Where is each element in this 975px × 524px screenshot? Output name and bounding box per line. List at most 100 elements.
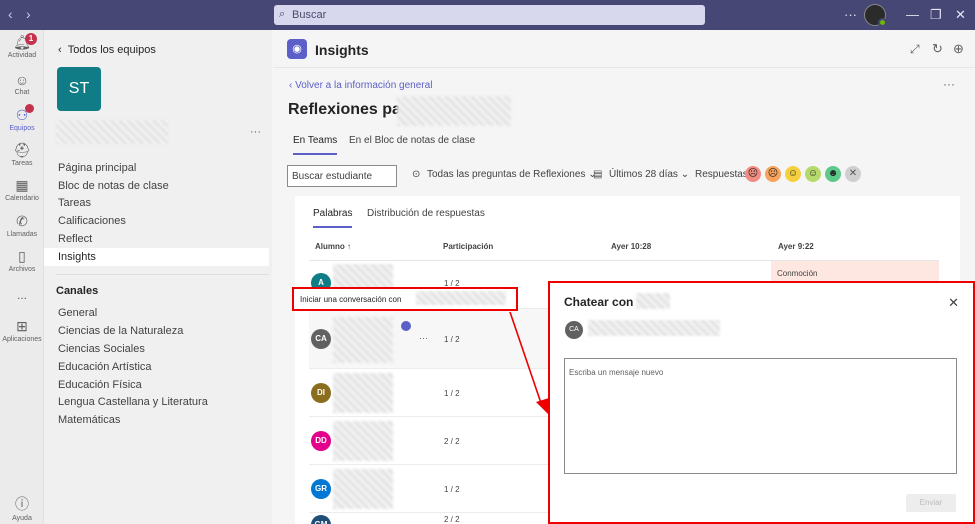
nav-tasks[interactable]: Tareas [58, 197, 91, 209]
student-name-blurred [333, 421, 393, 461]
rail-calls[interactable]: ✆ Llamadas [0, 213, 44, 238]
channel-item[interactable]: Educación Artística [58, 361, 152, 373]
column-header-student[interactable]: Alumno ↑ [315, 242, 351, 251]
search-placeholder: Buscar [292, 9, 327, 21]
date-filter[interactable]: Últimos 28 días ⌄ [609, 169, 689, 180]
rail-files[interactable]: ▯ Archivos [0, 248, 44, 273]
calendar-icon: ▤ [593, 169, 603, 180]
app-rail: 🔔︎ Actividad 1 ☺ Chat ⚇ Equipos ⛑ Tareas ▦ Ca… [0, 30, 44, 524]
column-header-participation: Participación [443, 242, 494, 251]
chevron-down-icon: ⌄ [677, 169, 690, 180]
tab-words[interactable]: Palabras [313, 208, 353, 228]
all-teams-link[interactable]: ‹ Todos los equipos [58, 44, 156, 56]
channel-item[interactable]: Educación Física [58, 379, 142, 391]
row-more-icon[interactable]: ··· [419, 333, 428, 343]
start-conversation-tooltip[interactable]: Iniciar una conversación con [292, 287, 518, 311]
file-icon: ▯ [18, 248, 26, 264]
insights-icon: ◉ [287, 39, 307, 59]
rail-activity[interactable]: 🔔︎ Actividad [0, 34, 44, 59]
tab-response-distribution[interactable]: Distribución de respuestas [367, 208, 485, 219]
maximize-icon[interactable]: ❐ [930, 7, 942, 23]
rail-teams[interactable]: ⚇ Equipos [0, 107, 44, 132]
team-avatar: ST [57, 67, 101, 111]
student-avatar: GM [311, 515, 331, 524]
chat-dialog: Chatear con ✕ CA Escriba un mensaje nuev… [548, 281, 975, 524]
activity-badge: 1 [25, 33, 37, 45]
teams-icon: ⚇ [15, 107, 29, 123]
refresh-icon[interactable]: ↻ [932, 41, 943, 57]
student-name-blurred [333, 317, 393, 363]
chat-icon[interactable] [401, 321, 411, 331]
participation-value: 1 / 2 [444, 485, 460, 494]
channels-header: Canales [56, 285, 99, 297]
student-avatar: GR [311, 479, 331, 499]
more-icon[interactable]: ··· [844, 7, 857, 22]
channel-item[interactable]: Lengua Castellana y Literatura [58, 396, 208, 408]
recipient-avatar: CA [565, 321, 583, 339]
team-more-icon[interactable]: ··· [250, 126, 261, 138]
participation-value: 2 / 2 [444, 437, 460, 446]
send-button[interactable]: Enviar [906, 494, 956, 512]
close-icon[interactable]: ✕ [948, 295, 959, 311]
more-icon[interactable]: ··· [943, 77, 955, 91]
student-avatar: DD [311, 431, 331, 451]
student-name-blurred [333, 373, 393, 413]
rail-calendar[interactable]: ▦ Calendario [0, 177, 44, 202]
student-search-input[interactable]: Buscar estudiante [287, 165, 397, 187]
back-to-overview-link[interactable]: ‹ Volver a la información general [289, 80, 432, 91]
help-icon: ⓘ [15, 496, 29, 512]
chevron-left-icon: ‹ [58, 44, 68, 56]
back-arrow-icon[interactable]: ‹ [8, 6, 13, 22]
student-avatar: DI [311, 383, 331, 403]
responses-label: Respuestas: [695, 169, 751, 180]
expand-icon[interactable]: ⤢ [910, 42, 920, 57]
nav-grades[interactable]: Calificaciones [58, 215, 126, 227]
app-header: ◉ Insights ⤢ ↻ ⊕ [273, 30, 975, 68]
rail-tasks[interactable]: ⛑ Tareas [0, 142, 44, 167]
nav-insights[interactable]: Insights [44, 248, 269, 266]
tab-in-teams[interactable]: En Teams [293, 135, 338, 155]
minimize-icon[interactable]: — [906, 7, 919, 22]
clear-filter-icon[interactable]: ✕ [845, 166, 861, 182]
student-name-blurred [416, 291, 506, 305]
forward-arrow-icon[interactable]: › [26, 6, 31, 22]
student-avatar: CA [311, 329, 331, 349]
page-title: Insights [315, 42, 369, 58]
divider [56, 274, 269, 275]
phone-icon: ✆ [16, 213, 28, 229]
nav-notebook[interactable]: Bloc de notas de clase [58, 180, 169, 192]
close-icon[interactable]: ✕ [955, 7, 966, 23]
channel-home[interactable]: Página principal [58, 162, 136, 174]
rail-apps[interactable]: ⊞ Aplicaciones [0, 318, 44, 343]
emoji-sad-icon[interactable]: ☹ [765, 166, 781, 182]
rail-more[interactable]: ... [0, 288, 44, 302]
presence-dot [878, 18, 887, 27]
avatar[interactable] [864, 4, 887, 27]
emoji-very-sad-icon[interactable]: ☹ [745, 166, 761, 182]
channel-item[interactable]: General [58, 307, 97, 319]
apps-icon: ⊞ [16, 318, 28, 334]
rail-help[interactable]: ⓘ Ayuda [0, 494, 44, 522]
class-name-blurred [397, 96, 511, 126]
channel-item[interactable]: Matemáticas [58, 414, 120, 426]
chat-dialog-title: Chatear con [564, 295, 634, 309]
emoji-neutral-icon[interactable]: ☺ [785, 166, 801, 182]
channel-item[interactable]: Ciencias Sociales [58, 343, 145, 355]
emoji-very-happy-icon[interactable]: ☻ [825, 166, 841, 182]
column-header-date: Ayer 10:28 [611, 242, 652, 251]
message-input[interactable]: Escriba un mensaje nuevo [564, 358, 957, 474]
channel-item[interactable]: Ciencias de la Naturaleza [58, 325, 183, 337]
nav-reflect[interactable]: Reflect [58, 233, 92, 245]
recipient-name-blurred [588, 320, 720, 336]
title-bar: ‹ › ⌕ Buscar ··· — ❐ ✕ [0, 0, 975, 30]
rail-chat[interactable]: ☺ Chat [0, 72, 44, 96]
student-name-blurred [333, 469, 393, 509]
globe-icon[interactable]: ⊕ [953, 41, 964, 57]
tab-class-notebook[interactable]: En el Bloc de notas de clase [349, 135, 475, 146]
emoji-happy-icon[interactable]: ☺ [805, 166, 821, 182]
team-name-blurred [56, 120, 168, 144]
search-icon: ⌕ [279, 8, 286, 20]
participation-value: 1 / 2 [444, 335, 460, 344]
search-input[interactable]: ⌕ Buscar [274, 5, 705, 25]
questions-filter[interactable]: Todas las preguntas de Reflexiones ⌄ [427, 169, 597, 180]
